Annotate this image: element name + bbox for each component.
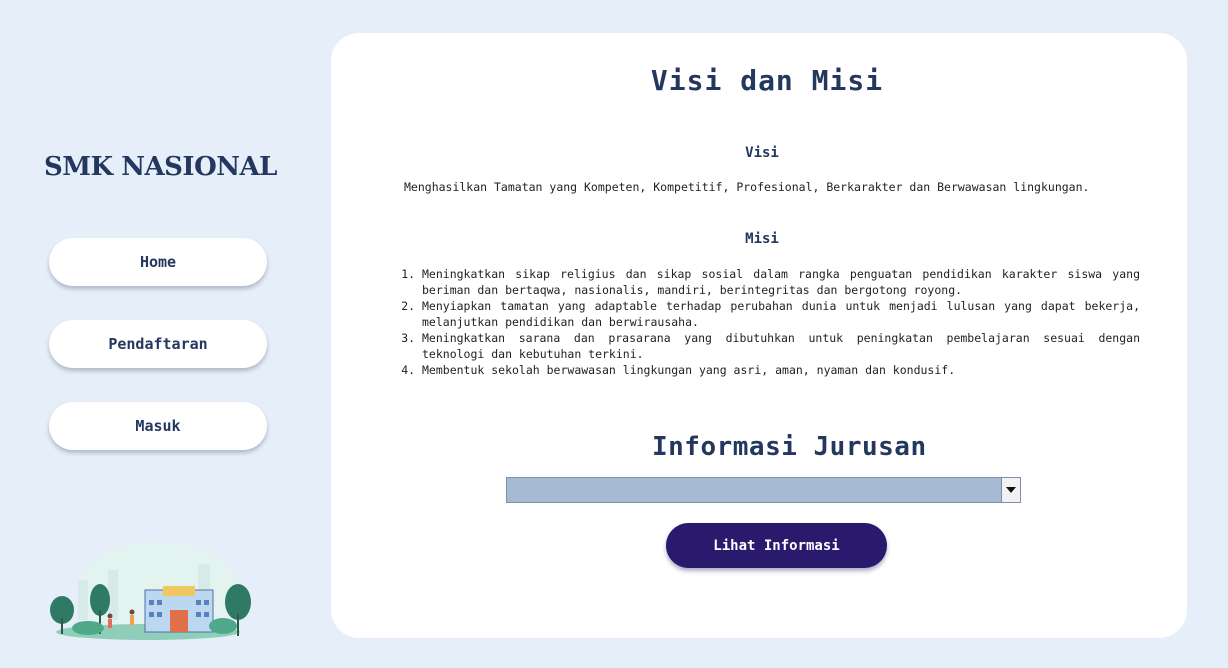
chevron-down-icon[interactable]	[1001, 478, 1020, 502]
visi-heading: Visi	[745, 145, 779, 161]
jurusan-heading: Informasi Jurusan	[652, 432, 927, 462]
misi-item: Menyiapkan tamatan yang adaptable terhad…	[422, 298, 1140, 330]
misi-item: Meningkatkan sikap religius dan sikap so…	[422, 266, 1140, 298]
misi-item: Membentuk sekolah berwawasan lingkungan …	[422, 362, 1140, 378]
misi-heading: Misi	[745, 231, 779, 247]
visi-text: Menghasilkan Tamatan yang Kompeten, Komp…	[404, 180, 1090, 194]
misi-item: Meningkatkan sarana dan prasarana yang d…	[422, 330, 1140, 362]
nav-pendaftaran-button[interactable]: Pendaftaran	[49, 320, 267, 368]
nav-masuk-button[interactable]: Masuk	[49, 402, 267, 450]
misi-list: Meningkatkan sikap religius dan sikap so…	[404, 266, 1140, 378]
jurusan-select[interactable]	[506, 477, 1021, 503]
nav-home-button[interactable]: Home	[49, 238, 267, 286]
page-title: Visi dan Misi	[650, 64, 884, 97]
brand-title: SMK NASIONAL	[44, 152, 277, 182]
school-building-illustration	[50, 542, 251, 640]
lihat-informasi-button[interactable]: Lihat Informasi	[666, 523, 887, 568]
